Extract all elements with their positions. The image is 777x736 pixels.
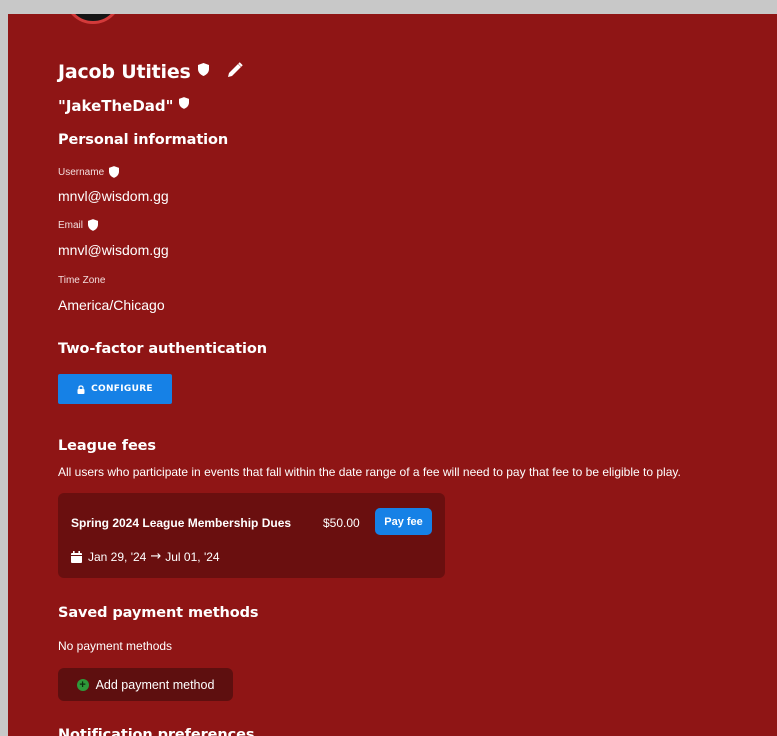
fee-amount: $50.00	[323, 516, 360, 530]
lock-icon	[77, 384, 85, 394]
arrow-right-icon: →	[150, 549, 162, 564]
league-fees-description: All users who participate in events that…	[58, 465, 681, 479]
email-value: mnvl@wisdom.gg	[58, 242, 169, 258]
fee-date-range: Jan 29, '24 → Jul 01, '24	[71, 549, 220, 564]
no-payment-methods-text: No payment methods	[58, 639, 173, 653]
add-payment-method-button[interactable]: + Add payment method	[58, 668, 233, 701]
profile-name: Jacob Utities	[58, 61, 191, 83]
fee-start-date: Jan 29, '24	[88, 549, 147, 564]
username-label: Username	[58, 166, 105, 178]
timezone-value: America/Chicago	[58, 297, 165, 313]
add-payment-label: Add payment method	[95, 677, 215, 692]
personal-info-heading: Personal information	[58, 132, 229, 148]
two-factor-heading: Two-factor authentication	[58, 341, 267, 357]
shield-icon	[179, 96, 190, 114]
league-fees-heading: League fees	[58, 438, 156, 454]
profile-nickname: "JakeTheDad"	[58, 97, 174, 115]
shield-icon	[109, 166, 120, 178]
pencil-icon[interactable]	[227, 61, 243, 83]
payment-methods-heading: Saved payment methods	[58, 605, 259, 621]
pay-fee-button[interactable]: Pay fee	[375, 508, 432, 535]
notification-preferences-heading: Notification preferences	[58, 727, 255, 736]
configure-2fa-button[interactable]: CONFIGURE	[58, 374, 172, 404]
fee-card: Spring 2024 League Membership Dues $50.0…	[58, 493, 445, 578]
email-label-row: Email	[58, 219, 99, 231]
name-row: Jacob Utities	[58, 60, 243, 84]
username-label-row: Username	[58, 166, 120, 178]
email-label: Email	[58, 219, 84, 231]
shield-icon	[88, 219, 99, 231]
fee-end-date: Jul 01, '24	[165, 549, 220, 564]
nickname-row: "JakeTheDad"	[58, 96, 190, 115]
configure-label: CONFIGURE	[91, 384, 153, 394]
profile-page: Jacob Utities "JakeTheDad" Personal info…	[8, 14, 777, 736]
avatar[interactable]	[64, 14, 122, 24]
username-value: mnvl@wisdom.gg	[58, 188, 169, 204]
fee-title: Spring 2024 League Membership Dues	[71, 516, 292, 530]
timezone-label: Time Zone	[58, 275, 106, 286]
calendar-icon	[71, 550, 82, 563]
shield-icon	[197, 63, 209, 81]
plus-circle-icon: +	[76, 678, 89, 691]
